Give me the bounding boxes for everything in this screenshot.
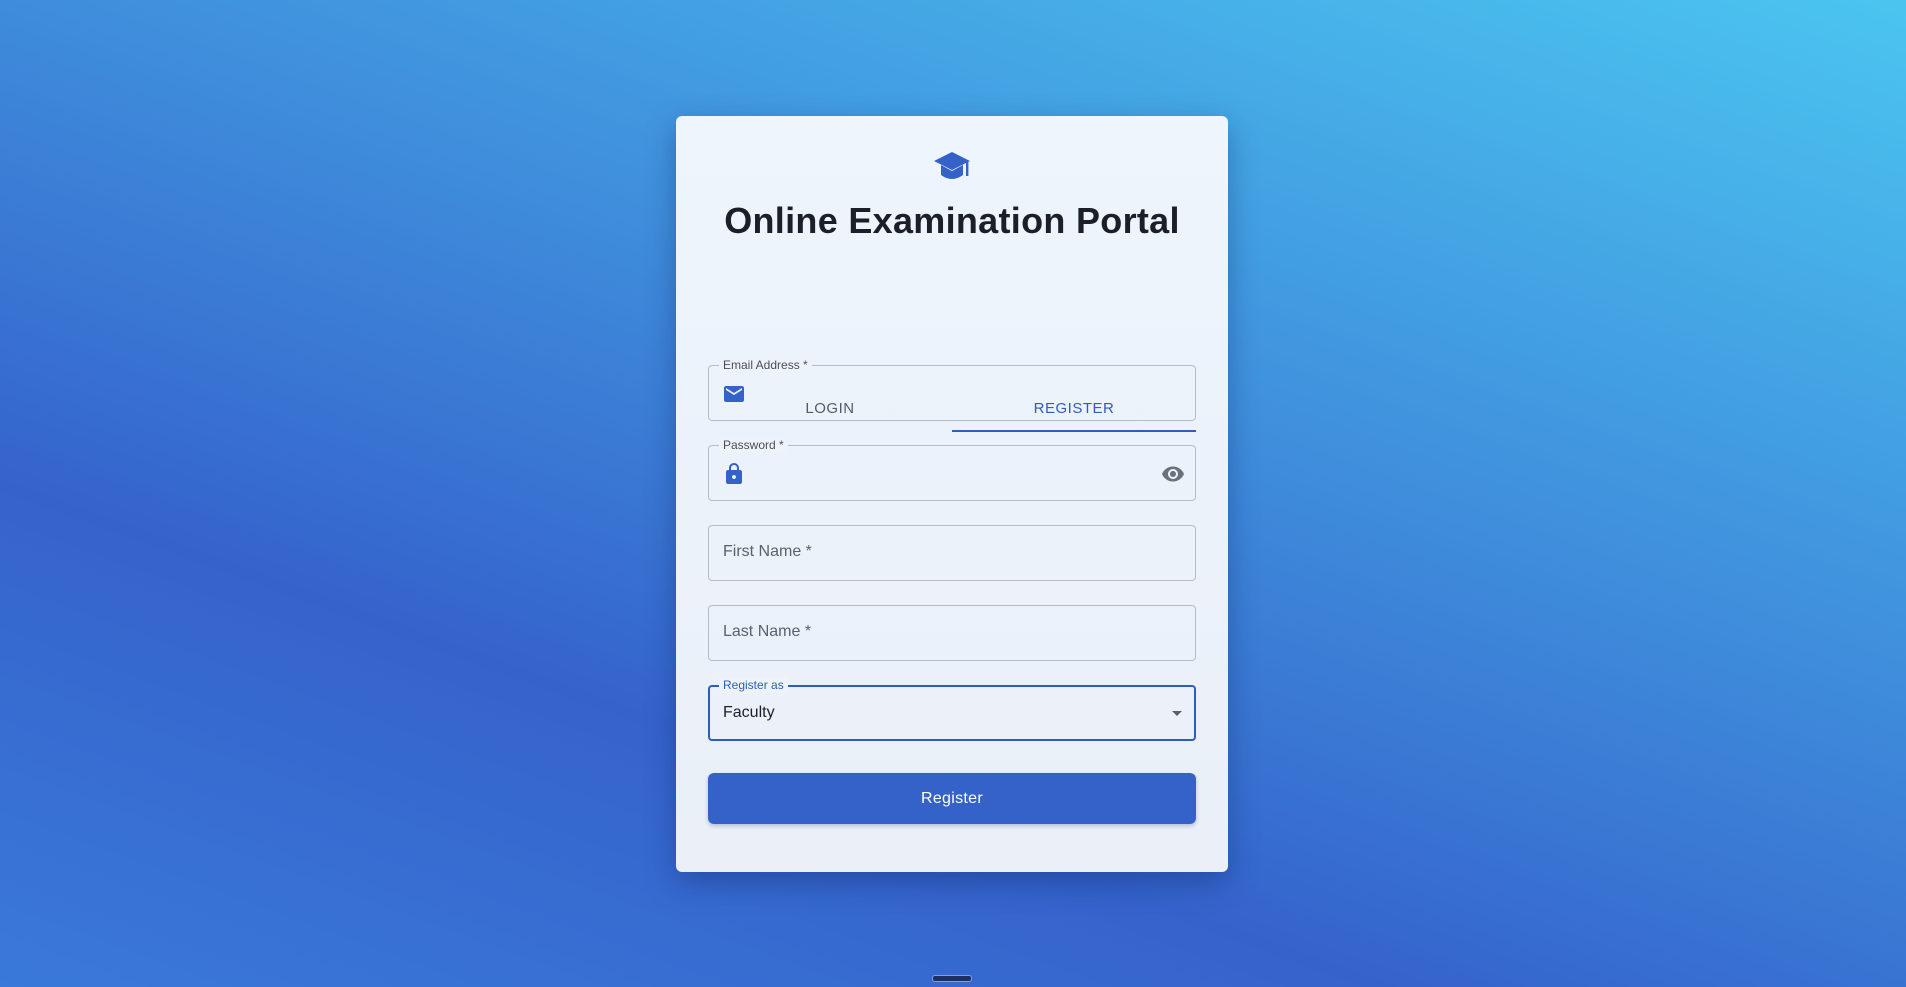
last-name-label: Last Name * <box>723 623 812 640</box>
register-card: Online Examination Portal LOGIN REGISTER… <box>676 116 1228 872</box>
tab-indicator <box>952 430 1196 432</box>
eye-icon[interactable] <box>1161 462 1185 486</box>
first-name-field[interactable]: First Name * <box>708 525 1196 581</box>
register-button[interactable]: Register <box>708 773 1196 824</box>
drag-handle[interactable] <box>932 975 972 982</box>
page-title: Online Examination Portal <box>724 200 1180 241</box>
graduation-cap-icon <box>934 152 970 179</box>
first-name-label: First Name * <box>723 543 812 560</box>
password-label: Password * <box>719 437 788 453</box>
lock-icon <box>726 463 742 484</box>
role-label: Register as <box>719 677 788 693</box>
email-icon <box>724 386 744 402</box>
email-label: Email Address * <box>719 357 812 373</box>
chevron-down-icon <box>1172 711 1182 716</box>
role-select[interactable]: Register as Faculty <box>708 677 1196 741</box>
last-name-field[interactable]: Last Name * <box>708 605 1196 661</box>
email-field[interactable]: Email Address * <box>708 357 1196 421</box>
role-value: Faculty <box>723 704 775 721</box>
password-field[interactable]: Password * <box>708 437 1196 501</box>
